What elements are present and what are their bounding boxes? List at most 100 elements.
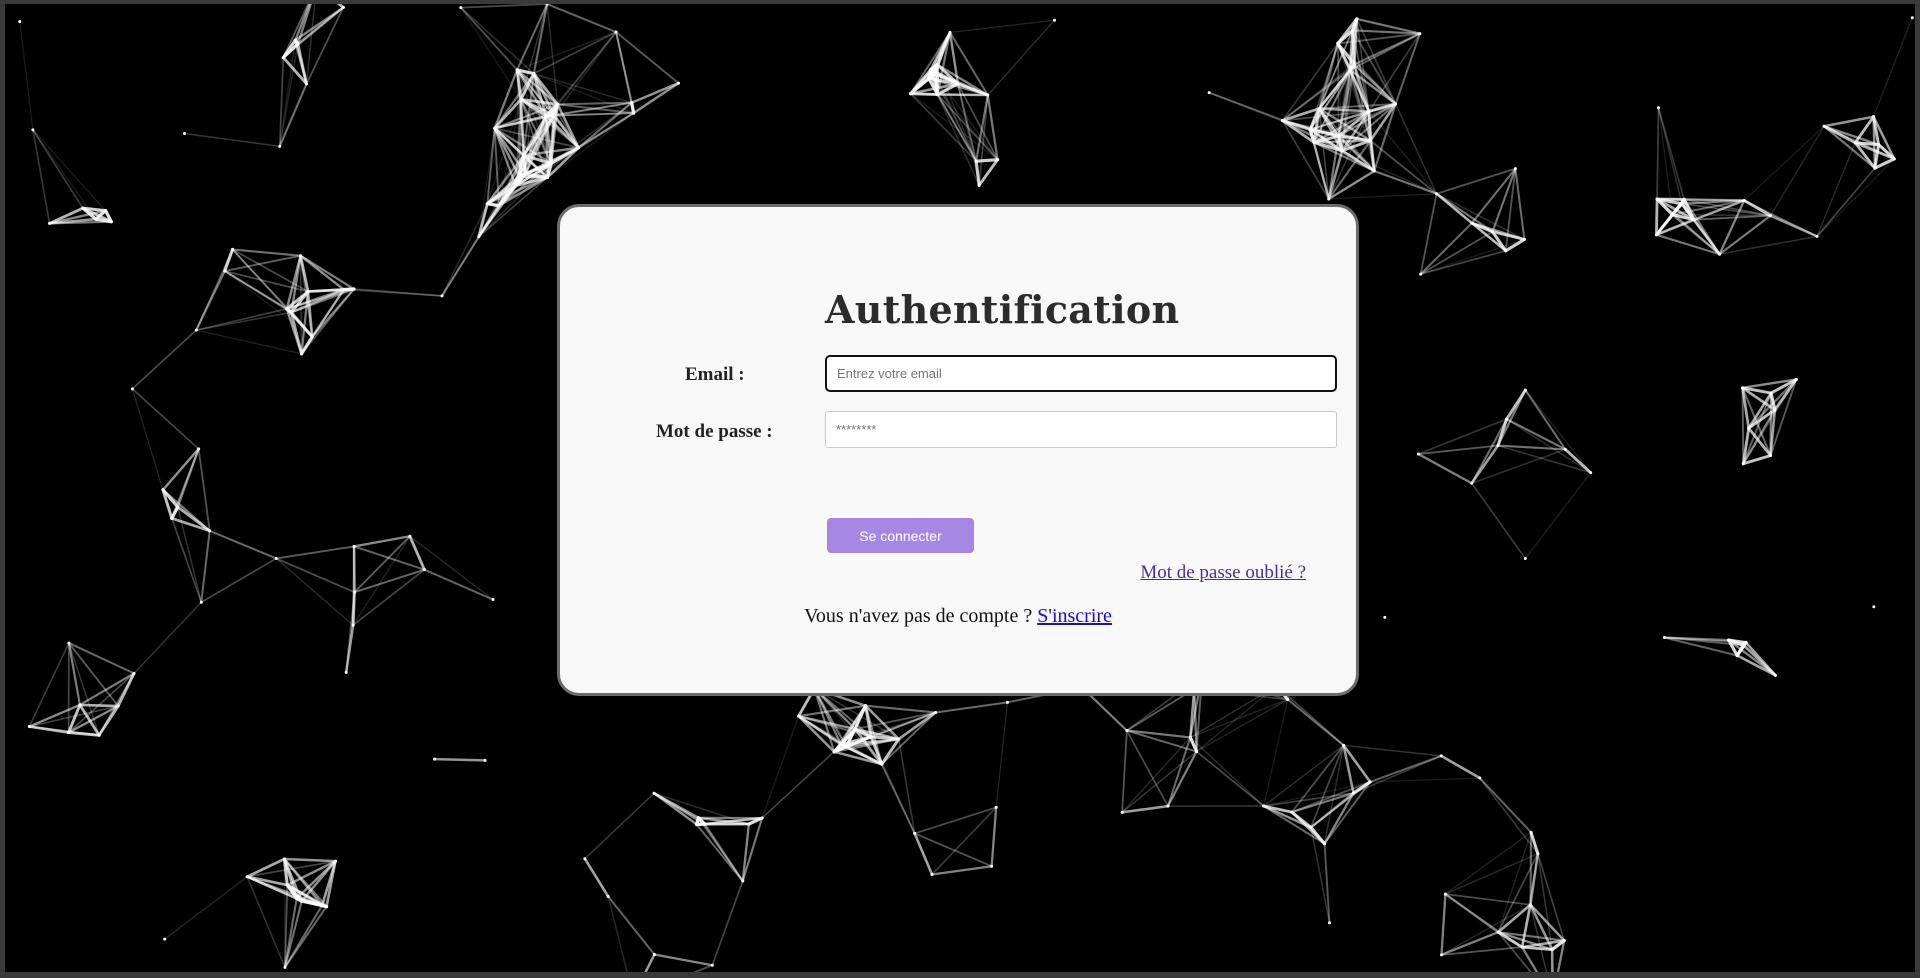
- particle-dot: [78, 703, 82, 707]
- particle-link: [1195, 750, 1265, 807]
- particle-dot: [1747, 426, 1751, 430]
- particle-dot: [1120, 810, 1124, 814]
- particle-dot: [1348, 68, 1352, 72]
- particle-link: [1121, 729, 1128, 814]
- particle-dot: [630, 101, 634, 105]
- particle-dot: [1470, 481, 1474, 485]
- particle-dot: [493, 126, 497, 130]
- particle-dot: [1125, 729, 1129, 733]
- particle-link: [275, 557, 356, 594]
- particle-dot: [532, 72, 536, 76]
- particle-dot: [1496, 444, 1500, 448]
- signup-link[interactable]: S'inscrire: [1037, 605, 1112, 627]
- forgot-password-link[interactable]: Mot de passe oublié ?: [1140, 562, 1306, 584]
- particle-dot: [1308, 128, 1312, 132]
- particle-dot: [283, 965, 287, 969]
- particle-link: [550, 112, 635, 165]
- particle-dot: [1342, 743, 1346, 747]
- email-label: Email :: [685, 364, 745, 385]
- particle-link: [275, 545, 356, 560]
- email-input[interactable]: [825, 355, 1337, 392]
- particle-dot: [1280, 119, 1284, 123]
- particle-dot: [652, 791, 656, 795]
- particle-dot: [352, 590, 356, 594]
- particle-dot: [948, 30, 952, 34]
- particle-dot: [1443, 892, 1447, 896]
- particle-dot: [1536, 852, 1540, 856]
- login-button[interactable]: Se connecter: [827, 518, 974, 553]
- particle-dot: [109, 220, 113, 224]
- particle-dot: [194, 328, 198, 332]
- particle-dot: [1416, 452, 1420, 456]
- particle-link: [1769, 125, 1825, 217]
- particle-dot: [549, 161, 553, 165]
- particle-dot: [67, 641, 71, 645]
- particle-dot: [27, 725, 31, 729]
- particle-dot: [1656, 106, 1660, 110]
- particle-dot: [285, 307, 289, 311]
- particle-dot: [1372, 169, 1376, 173]
- particle-link: [607, 895, 628, 972]
- particle-dot: [1529, 903, 1533, 907]
- particle-link: [459, 6, 519, 71]
- particle-dot: [710, 963, 714, 967]
- particle-link: [930, 865, 993, 876]
- particle-link: [1872, 17, 1913, 118]
- particle-dot: [1680, 202, 1684, 206]
- particle-dot: [422, 568, 426, 572]
- particle-link: [493, 68, 519, 130]
- particle-link: [1435, 167, 1517, 195]
- particle-link: [1342, 744, 1442, 757]
- particle-dot: [1815, 234, 1819, 238]
- particle-dot: [281, 56, 285, 60]
- particle-dot: [1742, 643, 1746, 647]
- particle-dot: [1769, 214, 1773, 218]
- particle-dot: [296, 42, 300, 46]
- particle-link: [1189, 698, 1289, 739]
- password-input[interactable]: [825, 411, 1337, 448]
- particle-dot: [208, 529, 212, 533]
- particle-dot: [652, 953, 656, 957]
- particle-dot: [994, 805, 998, 809]
- particle-link: [1744, 641, 1777, 677]
- particle-dot: [996, 158, 1000, 162]
- particle-link: [1657, 106, 1683, 205]
- particle-dot: [1794, 377, 1798, 381]
- particle-dot: [81, 206, 85, 210]
- particle-dot: [1394, 102, 1398, 106]
- particle-dot: [440, 294, 444, 298]
- particle-dot: [1053, 18, 1057, 22]
- particle-link: [283, 858, 286, 968]
- particle-link: [1727, 639, 1777, 677]
- particle-dot: [1435, 192, 1439, 196]
- particle-dot: [245, 875, 249, 879]
- particle-link: [546, 4, 559, 106]
- particle-link: [949, 19, 1056, 34]
- particle-dot: [161, 488, 165, 492]
- particle-dot: [1368, 139, 1372, 143]
- particle-dot: [1670, 213, 1674, 217]
- particle-link: [1478, 777, 1533, 834]
- particle-dot: [94, 217, 98, 221]
- particle-dot: [1563, 447, 1567, 451]
- particle-dot: [1195, 750, 1199, 754]
- particle-dot: [522, 153, 526, 157]
- particle-link: [195, 307, 288, 331]
- particle-link: [1816, 158, 1895, 237]
- particle-dot: [990, 864, 994, 868]
- particle-dot: [176, 505, 180, 509]
- particle-dot: [1654, 233, 1658, 237]
- particle-link: [697, 816, 744, 882]
- particle-link: [1816, 142, 1856, 238]
- particle-dot: [741, 879, 745, 883]
- page-frame: Authentification Email : Mot de passe : …: [5, 4, 1915, 972]
- particle-link: [336, 4, 345, 9]
- particle-dot: [1504, 249, 1508, 253]
- particle-link: [1550, 948, 1554, 972]
- particle-dot: [1662, 635, 1666, 639]
- page-title: Authentification: [825, 287, 1180, 332]
- particle-link: [583, 857, 610, 898]
- particle-link: [440, 235, 480, 297]
- particle-link: [1655, 197, 1659, 237]
- particle-dot: [1520, 945, 1524, 949]
